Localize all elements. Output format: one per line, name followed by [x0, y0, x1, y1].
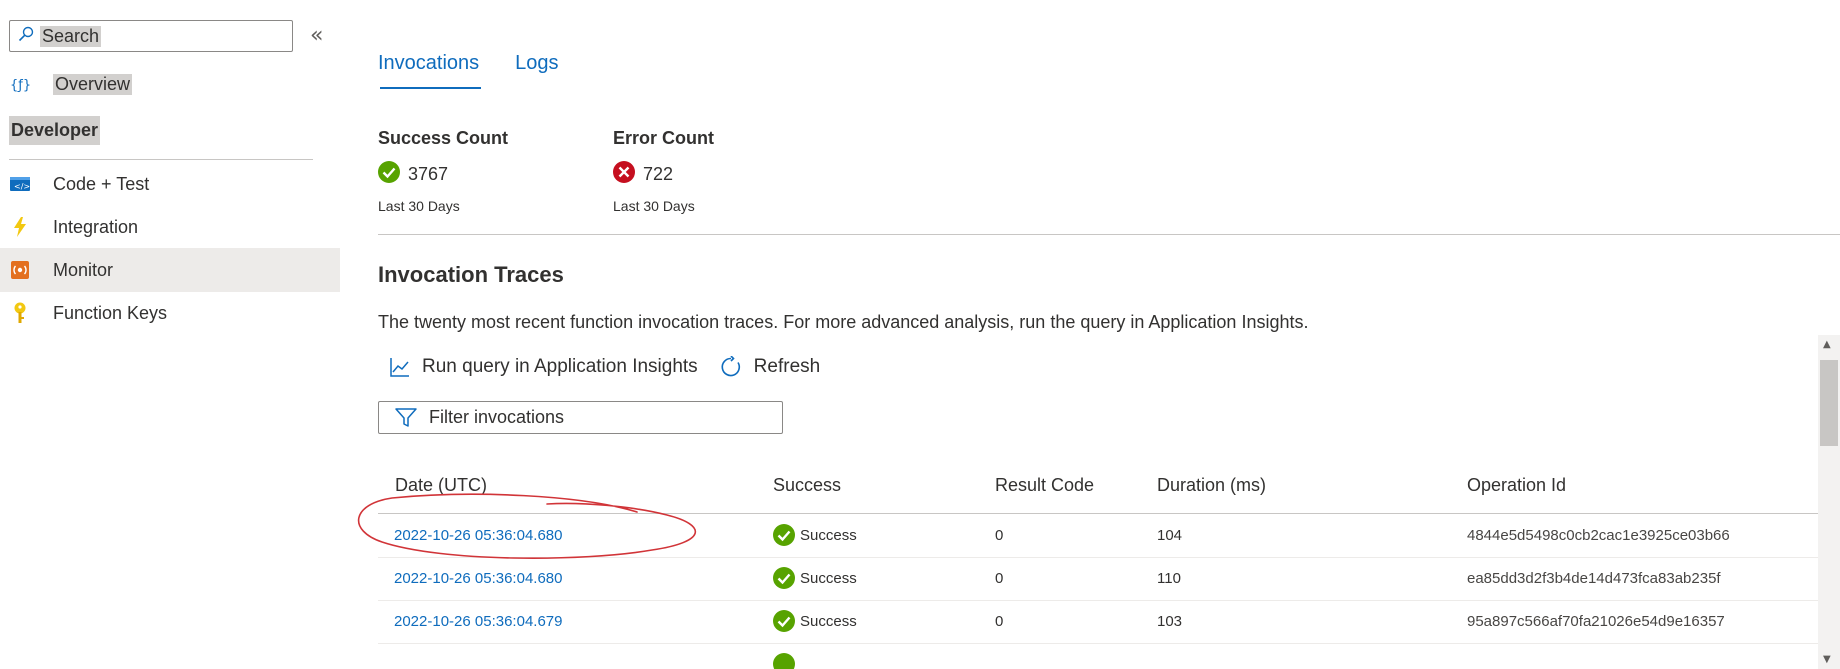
table-header-row: Date (UTC) Success Result Code Duration …	[378, 460, 1818, 514]
column-header-operation-id[interactable]: Operation Id	[1467, 475, 1566, 496]
error-count-stat: Error Count 722 Last 30 Days	[613, 128, 714, 214]
table-row[interactable]: 2022-10-26 05:36:04.680 Success 0 110 ea…	[378, 558, 1818, 601]
sidebar: Search « {ƒ} Overview Developer </> Code…	[0, 0, 340, 669]
sidebar-item-label: Overview	[53, 73, 133, 95]
filter-invocations-input[interactable]: Filter invocations	[378, 401, 783, 434]
search-value: Search	[40, 25, 102, 47]
status-cell	[773, 653, 800, 669]
column-header-duration[interactable]: Duration (ms)	[1157, 475, 1266, 496]
column-header-date[interactable]: Date (UTC)	[395, 475, 487, 496]
duration: 110	[1157, 570, 1181, 587]
tab-bar: Invocations Logs	[378, 52, 595, 89]
sidebar-item-monitor[interactable]: Monitor	[0, 248, 340, 292]
scroll-down-arrow-icon[interactable]: ▼	[1823, 654, 1831, 665]
status-text: Success	[800, 569, 857, 587]
status-text: Success	[800, 612, 857, 630]
success-check-icon	[773, 524, 795, 546]
svg-text:</>: </>	[14, 182, 30, 191]
sidebar-item-integration[interactable]: Integration	[0, 205, 340, 249]
chart-line-icon	[390, 358, 409, 377]
tab-invocations[interactable]: Invocations	[378, 52, 482, 89]
invocation-date-link[interactable]: 2022-10-26 05:36:04.679	[394, 613, 562, 630]
svg-text:{ƒ}: {ƒ}	[10, 78, 30, 93]
search-icon	[18, 26, 34, 47]
table-row[interactable]: 2022-10-26 05:36:04.680 Success 0 104 48…	[378, 515, 1818, 558]
refresh-icon	[721, 356, 740, 377]
refresh-label: Refresh	[753, 356, 821, 377]
duration: 104	[1157, 527, 1183, 544]
error-count-value: 722	[643, 164, 674, 184]
code-icon: </>	[10, 174, 30, 194]
status-cell: Success	[773, 610, 857, 632]
function-icon: {ƒ}	[10, 74, 30, 94]
success-check-icon	[773, 610, 795, 632]
invocation-traces-table: Date (UTC) Success Result Code Duration …	[378, 460, 1818, 669]
section-header-developer: Developer	[9, 116, 101, 145]
key-icon	[10, 302, 30, 323]
sidebar-item-overview[interactable]: {ƒ} Overview	[0, 62, 340, 106]
invocation-traces-description: The twenty most recent function invocati…	[378, 312, 1309, 332]
scroll-up-arrow-icon[interactable]: ▲	[1823, 339, 1831, 350]
monitor-icon	[10, 260, 30, 280]
stat-period: Last 30 Days	[378, 198, 460, 214]
run-query-button[interactable]: Run query in Application Insights	[390, 356, 698, 378]
sidebar-item-code-test[interactable]: </> Code + Test	[0, 162, 340, 206]
status-cell: Success	[773, 567, 857, 589]
stat-value-row: 722	[613, 161, 714, 188]
success-check-icon	[773, 567, 795, 589]
stat-period: Last 30 Days	[613, 198, 695, 214]
invocation-date-link[interactable]: 2022-10-26 05:36:04.680	[394, 527, 562, 544]
duration: 103	[1157, 613, 1183, 630]
result-code: 0	[995, 570, 1004, 587]
scrollbar-thumb[interactable]	[1820, 360, 1838, 446]
filter-placeholder: Filter invocations	[429, 407, 565, 427]
operation-id: ea85dd3d2f3b4de14d473fca83ab235f	[1467, 570, 1721, 587]
run-query-label: Run query in Application Insights	[422, 356, 698, 377]
collapse-sidebar-button[interactable]: «	[310, 24, 323, 48]
stat-title: Success Count	[378, 128, 509, 148]
status-cell: Success	[773, 524, 857, 546]
sidebar-item-label: Function Keys	[53, 302, 168, 323]
column-header-success[interactable]: Success	[773, 475, 841, 496]
vertical-scrollbar[interactable]: ▲ ▼	[1818, 335, 1840, 669]
column-header-result-code[interactable]: Result Code	[995, 475, 1094, 496]
result-code: 0	[995, 613, 1004, 630]
sidebar-item-function-keys[interactable]: Function Keys	[0, 291, 340, 335]
result-code: 0	[995, 527, 1004, 544]
sidebar-item-label: Code + Test	[53, 173, 150, 194]
sidebar-item-label: Monitor	[53, 259, 114, 280]
success-count-value: 3767	[408, 164, 449, 184]
stat-value-row: 3767	[378, 161, 508, 188]
section-divider	[378, 234, 1840, 235]
sidebar-item-label: Integration	[53, 216, 139, 237]
status-text: Success	[800, 526, 857, 544]
success-count-stat: Success Count 3767 Last 30 Days	[378, 128, 508, 214]
table-row[interactable]: 2022-10-26 05:36:04.679 Success 0 103 95…	[378, 601, 1818, 644]
stat-title: Error Count	[613, 128, 714, 148]
success-check-icon	[378, 161, 400, 188]
search-input[interactable]: Search	[9, 20, 293, 52]
operation-id: 95a897c566af70fa21026e54d9e16357	[1467, 613, 1725, 630]
section-divider	[9, 159, 313, 160]
table-row-partial[interactable]	[378, 644, 1818, 669]
traces-toolbar: Run query in Application Insights Refres…	[390, 356, 842, 378]
success-check-icon	[773, 653, 795, 669]
filter-icon	[395, 407, 417, 427]
error-x-icon	[613, 161, 635, 188]
tab-logs[interactable]: Logs	[515, 52, 558, 89]
refresh-button[interactable]: Refresh	[720, 356, 821, 378]
lightning-icon	[10, 217, 30, 237]
operation-id: 4844e5d5498c0cb2cac1e3925ce03b66	[1467, 527, 1730, 544]
invocation-date-link[interactable]: 2022-10-26 05:36:04.680	[394, 570, 562, 587]
invocation-traces-heading: Invocation Traces	[378, 262, 564, 287]
